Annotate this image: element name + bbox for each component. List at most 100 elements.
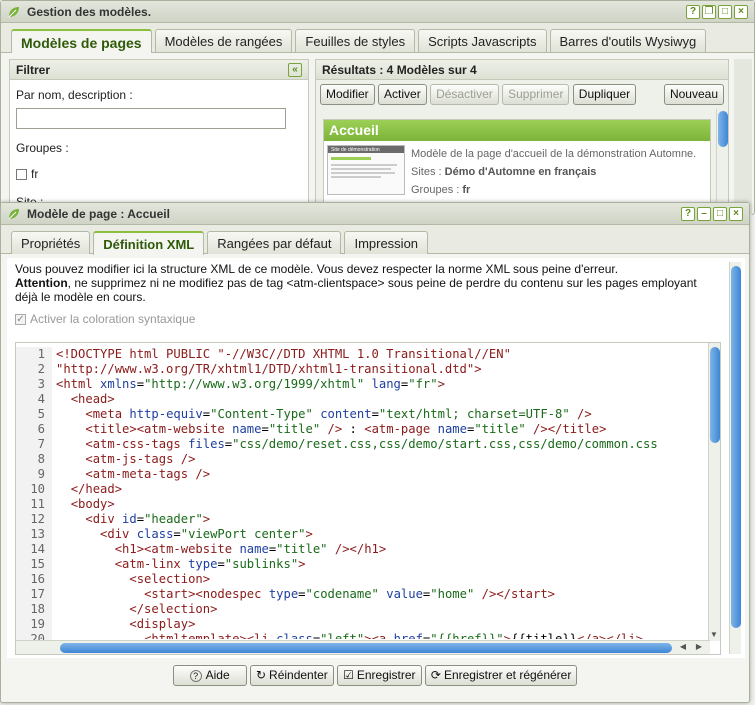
code-line[interactable]: "http://www.w3.org/TR/xhtml1/DTD/xhtml1-… — [56, 362, 706, 377]
code-line[interactable]: <h1><atm-website name="title" /></h1> — [56, 542, 706, 557]
leaf-icon — [8, 208, 19, 219]
code-line[interactable]: <selection> — [56, 572, 706, 587]
restore-icon[interactable]: ❐ — [702, 4, 716, 19]
filter-panel: Filtrer « Par nom, description : Groupes… — [9, 59, 309, 215]
line-number: 10 — [30, 482, 45, 496]
line-number: 6 — [37, 422, 45, 436]
reindent-button[interactable]: ↻ Réindenter — [249, 665, 334, 686]
deactivate-button[interactable]: Désactiver — [430, 84, 499, 105]
line-number: 19 — [30, 617, 45, 631]
name-filter-input[interactable] — [16, 108, 286, 129]
minimize-icon[interactable]: – — [697, 206, 711, 221]
code-line[interactable]: <body> — [56, 497, 706, 512]
line-number: 4 — [37, 392, 45, 406]
line-numbers-gutter: 123456789101112131415161718192021 — [16, 347, 52, 654]
editor-vscroll[interactable] — [729, 262, 741, 654]
line-number: 1 — [37, 347, 45, 361]
editor-footer: ? Aide ↻ Réindenter ☑ Enregistrer ⟳ Enregist… — [1, 665, 749, 693]
result-item-description: Modèle de la page d'accueil de la démons… — [411, 148, 697, 160]
tab-javascripts[interactable]: Scripts Javascripts — [418, 29, 547, 52]
tab-stylesheets[interactable]: Feuilles de styles — [295, 29, 416, 52]
info-line-1: Vous pouvez modifier ici la structure XM… — [15, 262, 619, 276]
line-number: 12 — [30, 512, 45, 526]
regenerate-icon: ⟳ — [430, 668, 441, 682]
templates-manager-titlebar[interactable]: Gestion des modèles. ? ❐ □ × — [1, 1, 754, 23]
line-number: 15 — [30, 557, 45, 571]
template-editor-window: Modèle de page : Accueil ? – □ × Proprié… — [0, 202, 750, 703]
close-icon[interactable]: × — [729, 206, 743, 221]
scroll-left-icon[interactable]: ◀ — [680, 642, 686, 651]
code-line[interactable]: <title><atm-website name="title" /> : <a… — [56, 422, 706, 437]
filter-title: Filtrer — [16, 62, 51, 77]
maximize-icon[interactable]: □ — [713, 206, 727, 221]
results-scrollbar-thumb[interactable] — [718, 111, 728, 147]
help-icon[interactable]: ? — [681, 206, 695, 221]
groups-item-label: Groupes : — [411, 184, 460, 196]
line-number: 2 — [37, 362, 45, 376]
code-line[interactable]: <div id="header"> — [56, 512, 706, 527]
code-line[interactable]: <atm-css-tags files="css/demo/reset.css,… — [56, 437, 706, 452]
code-line[interactable]: <atm-meta-tags /> — [56, 467, 706, 482]
line-number: 14 — [30, 542, 45, 556]
modify-button[interactable]: Modifier — [320, 84, 375, 105]
code-line[interactable]: <head> — [56, 392, 706, 407]
line-number: 7 — [37, 437, 45, 451]
reindent-icon: ↻ — [255, 668, 267, 682]
tab-print[interactable]: Impression — [344, 231, 429, 254]
syntax-coloring-checkbox[interactable]: ✓ — [15, 313, 26, 325]
editor-body: Vous pouvez modifier ici la structure XM… — [7, 258, 745, 658]
code-line[interactable]: <display> — [56, 617, 706, 632]
tab-default-rows[interactable]: Rangées par défaut — [207, 231, 342, 254]
new-button[interactable]: Nouveau — [663, 84, 724, 105]
templates-manager-window: Gestion des modèles. ? ❐ □ × Modèles de … — [0, 0, 755, 215]
help-button[interactable]: ? Aide — [172, 665, 247, 686]
sites-label: Sites : — [411, 166, 442, 178]
save-regenerate-button[interactable]: ⟳ Enregistrer et régénérer — [424, 665, 578, 686]
code-line[interactable]: <meta http-equiv="Content-Type" content=… — [56, 407, 706, 422]
template-editor-titlebar[interactable]: Modèle de page : Accueil ? – □ × — [1, 203, 749, 225]
result-item[interactable]: Accueil Site de démonstration Modèle de … — [323, 119, 711, 209]
maximize-icon[interactable]: □ — [718, 4, 732, 19]
code-line[interactable]: <atm-js-tags /> — [56, 452, 706, 467]
tab-row-templates[interactable]: Modèles de rangées — [154, 29, 293, 52]
scroll-down-icon[interactable]: ▼ — [710, 630, 718, 639]
help-icon[interactable]: ? — [686, 4, 700, 19]
code-line[interactable]: </selection> — [56, 602, 706, 617]
code-content[interactable]: <!DOCTYPE html PUBLIC "-//W3C//DTD XHTML… — [56, 347, 706, 639]
code-line[interactable]: </head> — [56, 482, 706, 497]
tab-page-templates[interactable]: Modèles de pages — [11, 29, 152, 53]
code-vscroll[interactable]: ▼ — [708, 343, 720, 641]
code-line[interactable]: <!DOCTYPE html PUBLIC "-//W3C//DTD XHTML… — [56, 347, 706, 362]
line-number: 11 — [30, 497, 45, 511]
results-scrollbar[interactable] — [716, 109, 728, 214]
code-editor[interactable]: 123456789101112131415161718192021 <!DOCT… — [15, 342, 721, 655]
code-hscroll[interactable]: ◀ ▶ — [16, 640, 710, 654]
results-toolbar: Modifier Activer Désactiver Supprimer Du… — [316, 80, 728, 108]
templates-manager-title: Gestion des modèles. — [27, 4, 152, 19]
code-line[interactable]: <htmltemplate><li class="left"><a href="… — [56, 632, 706, 639]
group-fr-checkbox[interactable] — [16, 168, 27, 180]
code-vscroll-thumb[interactable] — [710, 347, 720, 443]
code-line[interactable]: <html xmlns="http://www.w3.org/1999/xhtm… — [56, 377, 706, 392]
close-icon[interactable]: × — [734, 4, 748, 19]
tab-properties[interactable]: Propriétés — [11, 231, 91, 254]
tab-wysiwyg-toolbars[interactable]: Barres d'outils Wysiwyg — [549, 29, 707, 52]
editor-vscroll-thumb[interactable] — [731, 266, 741, 628]
activate-button[interactable]: Activer — [378, 84, 427, 105]
code-line[interactable]: <div class="viewPort center"> — [56, 527, 706, 542]
line-number: 17 — [30, 587, 45, 601]
line-number: 16 — [30, 572, 45, 586]
line-number: 3 — [37, 377, 45, 391]
tab-xml-definition[interactable]: Définition XML — [93, 231, 205, 255]
groups-item-value: fr — [462, 184, 471, 196]
duplicate-button[interactable]: Dupliquer — [572, 84, 637, 105]
info-attention: Attention — [15, 276, 68, 290]
collapse-icon[interactable]: « — [288, 62, 302, 77]
code-line[interactable]: <atm-linx type="sublinks"> — [56, 557, 706, 572]
save-button[interactable]: ☑ Enregistrer — [337, 665, 422, 686]
group-fr-label: fr — [31, 167, 39, 181]
scroll-right-icon[interactable]: ▶ — [696, 642, 702, 651]
code-hscroll-thumb[interactable] — [60, 643, 672, 653]
delete-button[interactable]: Supprimer — [502, 84, 570, 105]
code-line[interactable]: <start><nodespec type="codename" value="… — [56, 587, 706, 602]
